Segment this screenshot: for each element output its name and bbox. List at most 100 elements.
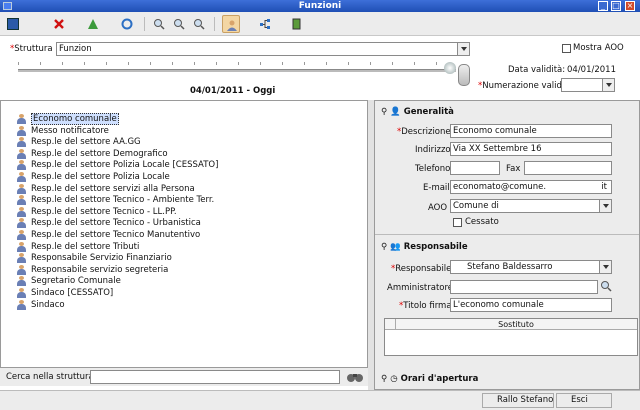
tree-item-label: Resp.le del settore Polizia Locale [CESS… [31,160,219,171]
tree-item-label: Resp.le del settore Tecnico - Ambiente T… [31,195,215,206]
date-slider[interactable] [18,69,456,72]
tree-item[interactable]: Responsabile Servizio Finanziario [17,252,172,264]
date-range: 04/01/2011 - Oggi [190,86,276,96]
pin-icon[interactable]: ⚲ [381,374,387,384]
amministratore-input[interactable] [450,280,598,294]
chevron-down-icon[interactable] [599,261,611,273]
person-view-button[interactable] [222,15,240,33]
zoom-in-button[interactable] [170,15,188,33]
slider-handle[interactable] [444,62,456,74]
struttura-select[interactable]: Funzion [56,42,470,56]
mostra-aoo-label: Mostra AOO [573,43,624,53]
tree-item[interactable]: Resp.le del settore Polizia Locale [17,171,170,183]
data-validita-label: Data validità: [508,65,566,75]
tree-item[interactable]: Economo comunale [17,113,119,125]
title-bar: Funzioni _ □ × [0,0,640,12]
tree-item[interactable]: Resp.le del settore Demografico [17,148,168,160]
zoom-reset-button[interactable] [190,15,208,33]
tree-item[interactable]: Resp.le del settore Tecnico Manutentivo [17,229,200,241]
titolo-firma-label: Titolo firma [403,301,452,311]
mostra-aoo-checkbox[interactable] [562,44,571,53]
zoom-out-button[interactable] [150,15,168,33]
binoculars-icon[interactable] [346,371,364,383]
tree-item[interactable]: Sindaco [CESSATO] [17,287,114,299]
responsabile-value: Stefano Baldessarro [467,262,553,272]
close-window-button[interactable]: × [625,1,635,11]
tree-item[interactable]: Resp.le del settore Tributi [17,241,139,253]
tree-item-label: Sindaco [31,299,65,310]
numerazione-select[interactable] [561,78,615,92]
tree-item[interactable]: Resp.le del settore servizi alla Persona [17,183,195,195]
descrizione-input[interactable]: Economo comunale [450,124,612,138]
person-icon [17,195,26,206]
tree-item[interactable]: Sindaco [17,299,65,311]
chevron-down-icon[interactable] [599,200,611,212]
struttura-value: Funzion [59,44,92,54]
slider-toggle-button[interactable] [458,64,470,86]
tree-new-icon [88,19,98,29]
delete-button[interactable] [50,15,68,33]
aoo-value: Comune di [453,201,499,211]
person-icon [17,137,26,148]
zoom-out-icon [154,19,165,30]
tree-item[interactable]: Resp.le del settore Tecnico - Urbanistic… [17,217,201,229]
structure-tree: Economo comunale Messo notificatore Resp.l… [0,100,368,368]
person-icon [17,183,26,194]
search-icon[interactable] [600,280,612,292]
window-title: Funzioni [298,1,342,11]
tree-item-label: Responsabile Servizio Finanziario [31,253,172,264]
fax-input[interactable] [524,161,612,175]
chevron-down-icon[interactable] [457,43,469,55]
filter-area: *Struttura Funzion Mostra AOO Data valid… [0,36,640,100]
export-button[interactable] [288,15,306,33]
responsabile-title: Responsabile [403,242,468,252]
new-button[interactable] [84,15,102,33]
search-label: Cerca nella struttura [6,372,94,382]
tree-item[interactable]: Segretario Comunale [17,275,121,287]
person-icon [17,230,26,240]
pin-icon[interactable]: ⚲ [381,107,387,117]
tree-item[interactable]: Resp.le del settore Tecnico - Ambiente T… [17,194,215,206]
tree-item-label: Resp.le del settore AA.GG [31,137,141,148]
tree-item-label: Resp.le del settore Polizia Locale [31,172,170,182]
telefono-input[interactable] [450,161,500,175]
tree-item-label: Resp.le del settore servizi alla Persona [31,183,195,194]
cessato-label: Cessato [465,217,499,227]
tree-item-label: Sindaco [CESSATO] [31,288,114,298]
hierarchy-button[interactable] [256,15,274,33]
pin-icon[interactable]: ⚲ [381,242,387,252]
save-button[interactable] [4,15,22,33]
fax-label: Fax [506,164,521,174]
maximize-button[interactable]: □ [611,1,621,11]
zoom-icon [194,19,205,30]
save-icon [7,18,19,30]
minimize-button[interactable]: _ [598,1,608,11]
titolo-firma-input[interactable]: L'economo comunale [450,298,612,312]
tree-item-label: Resp.le del settore Tecnico - Urbanistic… [31,218,201,229]
responsabile-select[interactable]: Stefano Baldessarro [450,260,612,274]
tree-item[interactable]: Resp.le del settore AA.GG [17,136,141,148]
person-icon [17,172,26,182]
chevron-down-icon[interactable] [602,79,614,91]
tree-item[interactable]: Messo notificatore [17,125,109,137]
tree-item[interactable]: Responsabile servizio segreteria [17,264,168,276]
toolbar-separator [214,17,215,31]
person-icon [17,160,26,171]
current-user: Rallo Stefano [482,393,554,408]
delete-icon [54,19,64,29]
refresh-button[interactable] [118,15,136,33]
indirizzo-input[interactable]: Via XX Settembre 16 [450,142,612,156]
email-input[interactable]: economato@comune. it [450,180,612,194]
tree-item[interactable]: Resp.le del settore Polizia Locale [CESS… [17,159,219,171]
indirizzo-label: Indirizzo [415,145,451,155]
person-icon [17,148,26,159]
tree-item[interactable]: Resp.le del settore Tecnico - LL.PP. [17,206,177,218]
exit-button[interactable]: Esci [556,393,612,408]
zoom-in-icon [174,19,185,30]
aoo-select[interactable]: Comune di [450,199,612,213]
descrizione-label: Descrizione [401,127,451,137]
tree-item-label: Resp.le del settore Tecnico - LL.PP. [31,206,177,217]
sostituto-table: Sostituto [384,318,638,356]
cessato-checkbox[interactable] [453,218,462,227]
search-input[interactable] [90,370,340,384]
